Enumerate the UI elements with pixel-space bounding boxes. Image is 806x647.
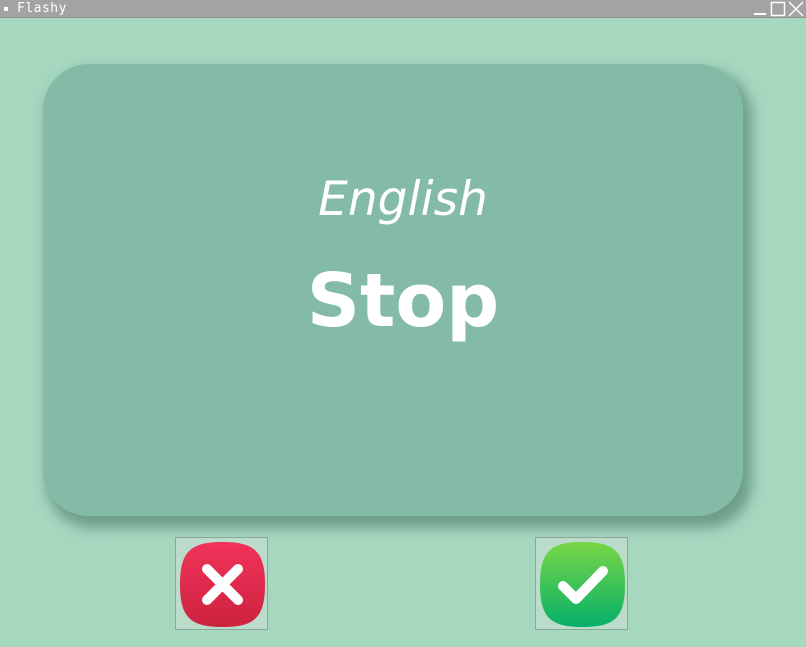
window-title: Flashy xyxy=(17,1,67,16)
checkmark-icon xyxy=(540,542,625,627)
wrong-answer-button[interactable] xyxy=(175,537,268,630)
maximize-icon[interactable] xyxy=(770,1,786,17)
app-window: Flashy English Stop xyxy=(0,0,806,647)
card-word: Stop xyxy=(306,258,500,344)
window-menu-icon[interactable] xyxy=(4,7,8,11)
right-answer-button[interactable] xyxy=(535,537,628,630)
card-language-label: English xyxy=(318,172,488,227)
minimize-icon[interactable] xyxy=(752,1,768,17)
title-bar[interactable]: Flashy xyxy=(0,0,806,18)
cross-icon xyxy=(180,542,265,627)
close-icon[interactable] xyxy=(788,1,804,17)
